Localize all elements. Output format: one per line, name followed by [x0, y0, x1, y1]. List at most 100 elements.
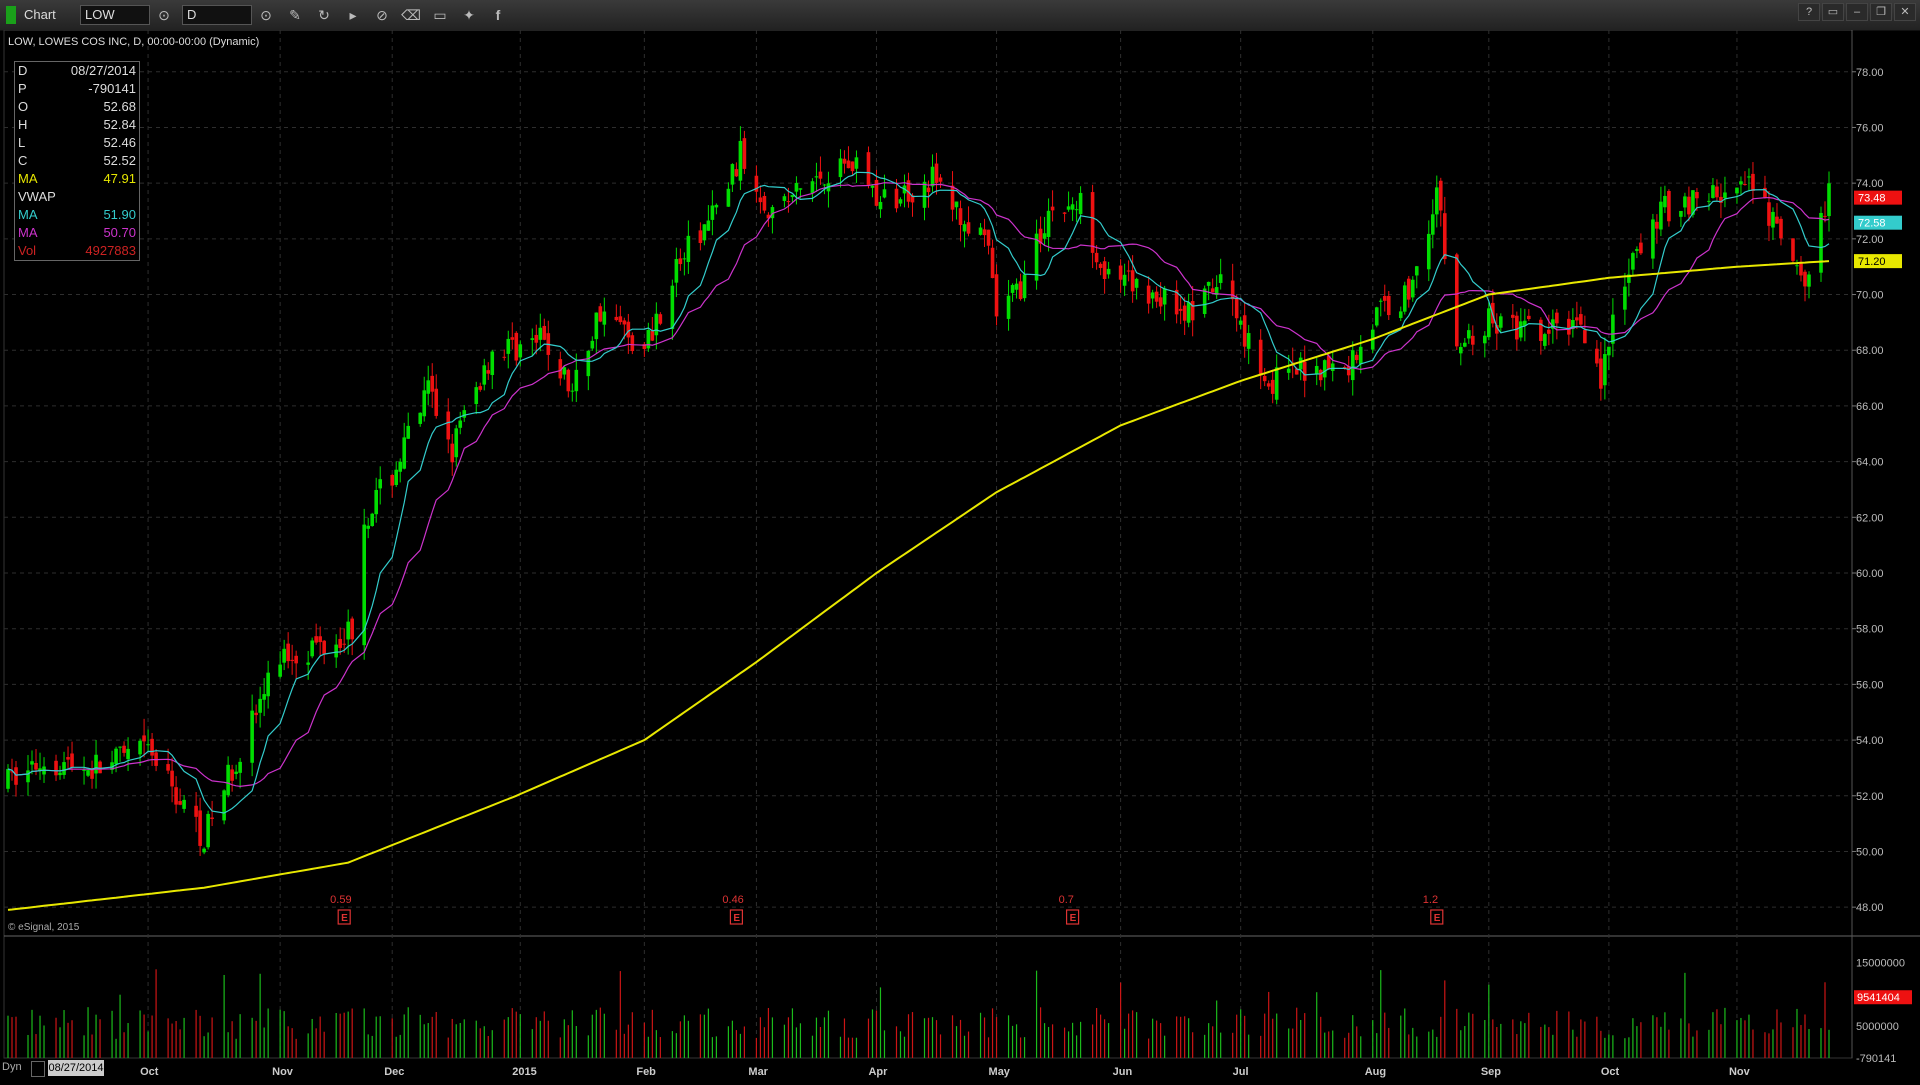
candle-body [1234, 298, 1239, 319]
comment-icon[interactable]: ▭ [429, 4, 451, 26]
candle-body [86, 770, 90, 776]
candle-body [1258, 339, 1263, 376]
earnings-value-label: 0.59 [330, 894, 351, 906]
candle-body [142, 735, 146, 742]
symbol-link-icon[interactable]: ⊙ [153, 4, 175, 26]
ma-200-line [7, 260, 1830, 911]
candle-body [1667, 191, 1671, 222]
chart-canvas[interactable]: 78.00 76.00 74.00 72.00 70.00 68.00 66.00 64.00… [0, 29, 1920, 1080]
candle-body [114, 748, 118, 765]
candle-body [594, 312, 599, 340]
candle-body [222, 790, 226, 821]
candle-body [1414, 266, 1419, 276]
restore-button[interactable]: ▭ [1822, 3, 1844, 21]
candle-body [390, 474, 395, 486]
candle-body [866, 152, 871, 185]
data-window-label: H [18, 117, 28, 132]
draw-pencil-icon[interactable]: ✎ [284, 4, 306, 26]
play-icon[interactable]: ▸ [342, 4, 364, 26]
facebook-icon[interactable]: f [487, 4, 509, 26]
candle-body [1286, 368, 1291, 373]
minimize-button[interactable]: – [1846, 3, 1868, 21]
earnings-value-label: 0.7 [1059, 894, 1074, 906]
candle-body [1314, 365, 1319, 375]
data-window-row: Vol 4927883 [15, 242, 139, 260]
candle-body [1014, 283, 1019, 290]
candle-body [1595, 348, 1599, 364]
candle-body [1158, 297, 1163, 307]
ma-magenta-line [7, 182, 1830, 788]
chart-area[interactable]: 78.00 76.00 74.00 72.00 70.00 68.00 66.00 64.00… [0, 29, 1920, 1080]
candle-body [782, 196, 787, 201]
candle-body [670, 285, 675, 330]
candle-body [1767, 202, 1771, 226]
candle-body [510, 337, 515, 340]
candle-body [178, 801, 182, 805]
candle-body [706, 220, 711, 231]
candle-body [166, 764, 170, 771]
interval-input[interactable] [182, 5, 252, 25]
candle-body [490, 351, 495, 376]
candle-body [1090, 192, 1095, 253]
close-button[interactable]: ✕ [1894, 3, 1916, 21]
candle-body [602, 311, 607, 325]
symbol-input[interactable] [80, 5, 150, 25]
candle-body [30, 761, 34, 765]
candle-body [318, 636, 322, 643]
candle-body [230, 769, 234, 781]
candle-body [614, 316, 619, 321]
candle-body [194, 805, 198, 817]
data-window-value: 52.52 [103, 153, 136, 168]
eraser-icon[interactable]: ⌫ [400, 4, 422, 26]
candle-body [374, 489, 379, 515]
candle-body [1382, 295, 1387, 301]
candle-body [1735, 187, 1739, 194]
candle-body [306, 662, 310, 665]
interval-link-icon[interactable]: ⊙ [255, 4, 277, 26]
candle-body [66, 757, 70, 760]
symbol-description: LOW, LOWES COS INC, D, 00:00-00:00 (Dyna… [8, 36, 260, 48]
candle-body [210, 817, 214, 819]
candle-body [1579, 314, 1583, 325]
price-tick-label: 48.00 [1856, 902, 1884, 914]
candle-body [1683, 196, 1687, 208]
price-tick-label: 64.00 [1856, 457, 1884, 469]
candle-body [1631, 253, 1635, 270]
candle-body [238, 761, 242, 773]
candle-body [758, 197, 763, 203]
candle-body [1575, 317, 1579, 321]
candle-body [378, 479, 383, 489]
candle-body [1771, 211, 1775, 228]
data-window-value: 52.68 [103, 99, 136, 114]
data-window-row: MA 51.90 [15, 206, 139, 224]
candle-body [150, 738, 154, 756]
candle-body [1499, 316, 1503, 328]
refresh-icon[interactable]: ↻ [313, 4, 335, 26]
plot-frame [3, 29, 1853, 1059]
calendar-icon[interactable] [31, 1061, 45, 1077]
data-window-row: D 08/27/2014 [15, 62, 139, 80]
candle-body [1454, 254, 1459, 347]
candle-body [1238, 320, 1243, 325]
candle-body [1747, 176, 1751, 178]
candle-body [850, 161, 855, 172]
twitter-icon[interactable]: ✦ [458, 4, 480, 26]
candle-body [978, 227, 983, 235]
candle-body [1799, 261, 1803, 276]
window-title: Chart [24, 7, 56, 22]
candle-body [922, 181, 927, 208]
price-tick-label: 72.00 [1856, 234, 1884, 246]
candle-body [478, 386, 483, 390]
candle-body [278, 664, 282, 677]
candle-body [202, 848, 206, 853]
candle-body [1106, 268, 1111, 275]
candle-body [962, 224, 967, 232]
candle-body [1483, 335, 1487, 344]
price-tick-label: 60.00 [1856, 568, 1884, 580]
help-button[interactable]: ? [1798, 3, 1820, 21]
candle-body [574, 369, 579, 392]
candle-body [422, 390, 427, 417]
maximize-button[interactable]: ❐ [1870, 3, 1892, 21]
zoom-icon[interactable]: ⊘ [371, 4, 393, 26]
candle-body [534, 334, 539, 343]
